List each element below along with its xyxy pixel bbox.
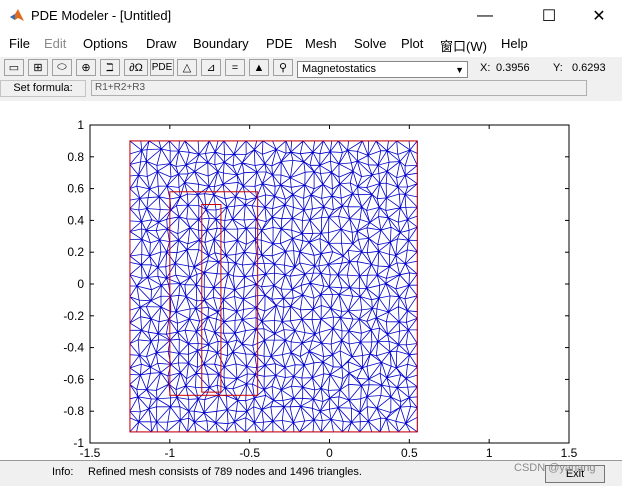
y-tick-label: -0.2 <box>63 309 84 323</box>
draw-ellipse-centered-icon: ⊕ <box>81 62 91 74</box>
menu-edit[interactable]: Edit <box>44 36 66 51</box>
y-tick-label: 0.2 <box>67 245 84 259</box>
refine-mesh-button[interactable]: ⊿ <box>201 59 221 76</box>
pde-spec-button[interactable]: PDE <box>150 59 174 76</box>
draw-rectangle-icon: ▭ <box>8 62 20 74</box>
draw-polygon-icon: ℶ <box>106 62 114 74</box>
x-tick-label: -0.5 <box>239 446 260 460</box>
y-label: Y: <box>553 62 563 74</box>
y-tick-label: 0.4 <box>67 213 84 227</box>
info-label: Info: <box>52 466 74 478</box>
menu-options[interactable]: Options <box>83 36 128 51</box>
init-mesh-icon: △ <box>182 62 192 74</box>
x-label: X: <box>480 62 491 74</box>
plot-solution-icon: ▲ <box>253 61 265 74</box>
boundary-mode-icon: ∂Ω <box>129 61 143 74</box>
draw-polygon-button[interactable]: ℶ <box>100 59 120 76</box>
boundary-mode-button[interactable]: ∂Ω <box>124 59 148 76</box>
y-tick-label: -0.4 <box>63 341 84 355</box>
zoom-icon: ⚲ <box>278 62 288 74</box>
zoom-button[interactable]: ⚲ <box>273 59 293 76</box>
menu-file[interactable]: File <box>9 36 30 51</box>
draw-rectangle-centered-icon: ⊞ <box>33 62 43 74</box>
chevron-down-icon: ▼ <box>455 65 464 75</box>
draw-ellipse-button[interactable]: ⬭ <box>52 59 72 76</box>
set-formula-label: Set formula: <box>0 80 86 97</box>
set-formula-input[interactable]: R1+R2+R3 <box>91 80 587 96</box>
y-tick-label: -0.6 <box>63 372 84 386</box>
watermark: CSDN @yanang <box>514 462 596 474</box>
y-value: 0.6293 <box>572 62 606 74</box>
solve-pde-button[interactable]: = <box>225 59 245 76</box>
maximize-button[interactable]: ☐ <box>526 0 572 31</box>
coordinate-readout: X: 0.3956 Y: 0.6293 <box>471 59 621 79</box>
minimize-button[interactable]: — <box>462 0 508 31</box>
x-tick-label: 0.5 <box>401 446 418 460</box>
init-mesh-button[interactable]: △ <box>177 59 197 76</box>
x-tick-label: 0 <box>326 446 333 460</box>
matlab-logo-icon <box>10 9 24 21</box>
menu-boundary[interactable]: Boundary <box>193 36 249 51</box>
refine-mesh-icon: ⊿ <box>206 62 216 74</box>
plot-solution-button[interactable]: ▲ <box>249 59 269 76</box>
draw-ellipse-icon: ⬭ <box>57 61 67 73</box>
mesh-plot[interactable]: -1.5 -1 -0.5 0 0.5 1 1.5-1-0.8-0.6-0.4-0.200.2… <box>0 101 622 460</box>
x-value: 0.3956 <box>496 62 530 74</box>
menu-draw[interactable]: Draw <box>146 36 176 51</box>
y-tick-label: 0.6 <box>67 182 84 196</box>
title-bar: PDE Modeler - [Untitled] — ☐ ✕ <box>0 0 622 31</box>
menu-window[interactable]: 窗口(W) <box>440 36 487 55</box>
y-tick-label: -1 <box>73 436 84 450</box>
solve-pde-icon: = <box>231 61 239 74</box>
menu-plot[interactable]: Plot <box>401 36 423 51</box>
draw-ellipse-centered-button[interactable]: ⊕ <box>76 59 96 76</box>
y-tick-label: 0.8 <box>67 150 84 164</box>
close-button[interactable]: ✕ <box>576 0 622 31</box>
menu-help[interactable]: Help <box>501 36 528 51</box>
draw-rectangle-centered-button[interactable]: ⊞ <box>28 59 48 76</box>
application-select[interactable]: Magnetostatics ▼ <box>297 61 468 78</box>
pde-spec-icon: PDE <box>151 62 173 73</box>
menu-mesh[interactable]: Mesh <box>305 36 337 51</box>
x-tick-label: 1 <box>486 446 493 460</box>
application-select-value: Magnetostatics <box>302 63 376 75</box>
y-tick-label: 0 <box>77 277 84 291</box>
menu-bar: File Edit Options Draw Boundary PDE Mesh… <box>0 31 622 57</box>
window-title: PDE Modeler - [Untitled] <box>31 8 172 23</box>
x-tick-label: -1 <box>164 446 175 460</box>
menu-solve[interactable]: Solve <box>354 36 387 51</box>
menu-pde[interactable]: PDE <box>266 36 293 51</box>
y-tick-label: -0.8 <box>63 404 84 418</box>
y-tick-label: 1 <box>77 118 84 132</box>
info-text: Refined mesh consists of 789 nodes and 1… <box>88 466 362 478</box>
draw-rectangle-button[interactable]: ▭ <box>4 59 24 76</box>
x-tick-label: 1.5 <box>561 446 578 460</box>
